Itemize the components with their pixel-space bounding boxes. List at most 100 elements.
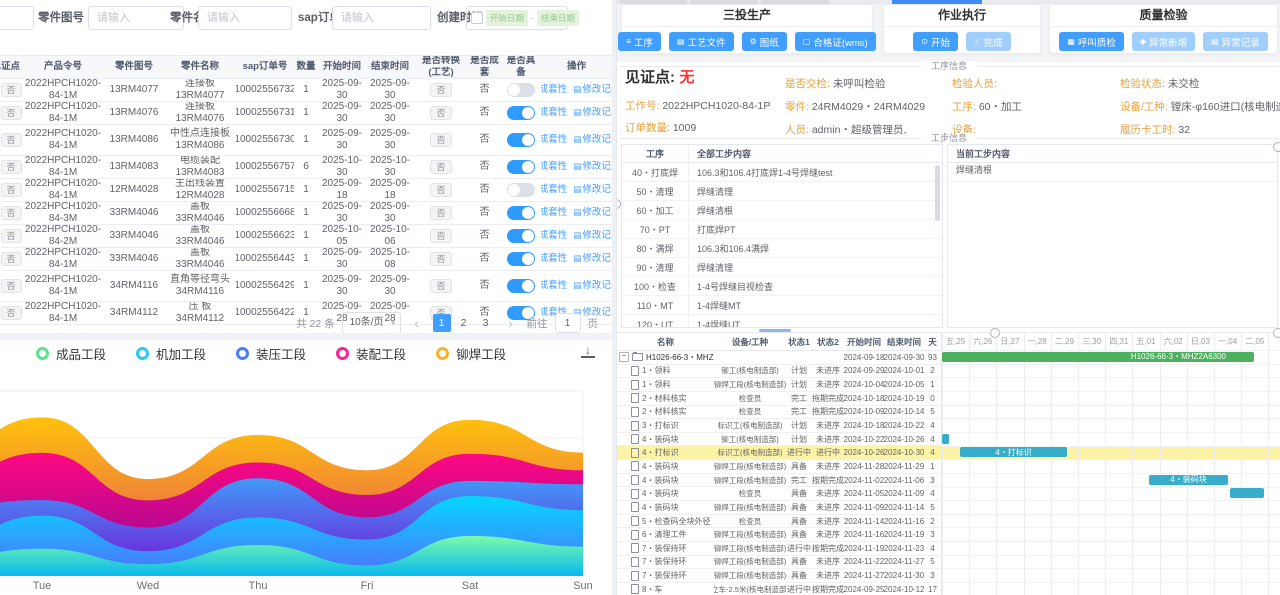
equipped-toggle[interactable]	[507, 183, 535, 197]
legend-item[interactable]: 成品工段	[36, 344, 106, 363]
modify-record-link[interactable]: ▤修改记录	[573, 280, 612, 292]
step-row[interactable]: 40・打底焊106.3和106.4打底焊1-4号焊缝test	[622, 163, 942, 182]
step-content: 106.3和106.4满焊	[689, 239, 942, 257]
collapse-icon[interactable]: −	[619, 352, 629, 362]
step-row[interactable]: 60・加工焊缝清根	[622, 201, 942, 220]
resize-handle[interactable]	[1273, 142, 1280, 152]
steps-scrollbar[interactable]	[935, 165, 940, 221]
gantt-bar[interactable]	[1230, 488, 1264, 498]
button-合格证(wms)[interactable]: ▢合格证(wms)	[795, 32, 876, 51]
gantt-row[interactable]: 4・打标识标识工(核电制造部)进行中进行中2024-10-262024-10-3…	[617, 446, 942, 460]
next-page-button[interactable]: ›	[502, 314, 520, 332]
gantt-cell: 铆焊工段(核电制造部)	[714, 460, 786, 473]
button-完成[interactable]: ✓完成	[966, 32, 1011, 51]
gantt-row[interactable]: 7・装保持环铆焊工段(核电制造部)具备未进序2024-11-272024-11-…	[617, 569, 942, 583]
modify-record-link[interactable]: ▤修改记录	[573, 161, 612, 173]
button-呼叫质检[interactable]: ▦呼叫质检	[1059, 32, 1124, 51]
suitability-link[interactable]: ⌂成套性	[541, 207, 567, 219]
equipped-toggle[interactable]	[507, 83, 535, 97]
resize-handle[interactable]	[990, 328, 1000, 338]
gantt-row[interactable]: 4・装码块检查员具备未进序2024-11-052024-11-094	[617, 487, 942, 501]
date-checkbox[interactable]	[471, 12, 483, 24]
suitability-link[interactable]: ⌂成套性	[541, 253, 567, 265]
download-chart-icon[interactable]: ↓	[581, 345, 595, 358]
equipped-toggle[interactable]	[507, 160, 535, 174]
modify-record-link[interactable]: ▤修改记录	[573, 107, 612, 119]
gantt-row[interactable]: 5・检查码全块外径检查员具备未进序2024-11-142024-11-162	[617, 515, 942, 529]
gantt-row[interactable]: 8・车立车-2.5米(核电制造部)进行中按期完成2024-09-252024-1…	[617, 583, 942, 595]
step-row[interactable]: 90・清理焊缝清理	[622, 258, 942, 277]
suitability-link[interactable]: ⌂成套性	[541, 230, 567, 242]
step-row[interactable]: 120・UT1-4焊缝UT	[622, 315, 942, 328]
equipped-toggle[interactable]	[507, 279, 535, 293]
page-button[interactable]: 3	[477, 314, 495, 332]
goto-page-input[interactable]	[555, 313, 581, 333]
page-button[interactable]: 1	[433, 314, 451, 332]
gantt-row[interactable]: 4・装码块铆焊工段(核电制造部)具备未进序2024-11-092024-11-1…	[617, 501, 942, 515]
gantt-bar-4・装码块[interactable]: 4・装码块	[1149, 475, 1228, 485]
gantt-row[interactable]: 2・材料核实检查员完工拖期完成2024-10-092024-10-145	[617, 406, 942, 420]
equipped-toggle[interactable]	[507, 252, 535, 266]
page-button[interactable]: 2	[455, 314, 473, 332]
gantt-row[interactable]: 3・打标识标识工(核电制造部)计划未进序2024-10-182024-10-22…	[617, 419, 942, 433]
gantt-row[interactable]: 4・装码块铆焊工段(核电制造部)完工按期完成2024-11-022024-11-…	[617, 474, 942, 488]
step-row[interactable]: 100・检查1-4号焊缝目视检查	[622, 277, 942, 296]
legend-item[interactable]: 装压工段	[236, 344, 306, 363]
button-工艺文件[interactable]: ▤工艺文件	[669, 32, 734, 51]
equipped-toggle[interactable]	[507, 106, 535, 120]
gantt-row[interactable]: 1・领料铆焊工段(核电制造部)计划未进序2024-10-042024-10-05…	[617, 378, 942, 392]
card-buttons: ⊙开始 ✓完成	[884, 27, 1040, 51]
resize-handle[interactable]	[1273, 328, 1280, 338]
modify-record-link[interactable]: ▤修改记录	[573, 230, 612, 242]
legend-item[interactable]: 机加工段	[136, 344, 206, 363]
modify-record-link[interactable]: ▤修改记录	[573, 207, 612, 219]
gantt-bar[interactable]	[942, 434, 949, 444]
suitability-link[interactable]: ⌂成套性	[541, 161, 567, 173]
legend-ring-icon	[136, 347, 149, 360]
suitability-link[interactable]: ⌂成套性	[541, 107, 567, 119]
suitability-link[interactable]: ⌂成套性	[541, 280, 567, 292]
gantt-row[interactable]: 1・领料铆工(核电制造部)计划未进序2024-09-292024-10-012	[617, 365, 942, 379]
suitability-link[interactable]: ⌂成套性	[541, 84, 567, 96]
modify-record-link[interactable]: ▤修改记录	[573, 253, 612, 265]
modify-record-link[interactable]: ▤修改记录	[573, 184, 612, 196]
prev-page-button[interactable]: ‹	[408, 314, 426, 332]
gantt-bar-H1026-66-3・MHZ2A6300[interactable]: H1026-66-3・MHZ2A6300	[942, 352, 1254, 362]
suitability-link[interactable]: ⌂成套性	[541, 134, 567, 146]
page-size-select[interactable]: 10条/页	[342, 312, 401, 334]
part-name-input[interactable]	[198, 6, 292, 30]
step-row[interactable]: 110・MT1-4焊缝MT	[622, 296, 942, 315]
button-异常新增[interactable]: ◆异常新增	[1132, 32, 1195, 51]
modify-record-link[interactable]: ▤修改记录	[573, 134, 612, 146]
created-time-range-picker[interactable]: 开始日期 - 结束日期	[466, 6, 568, 30]
button-工序[interactable]: ≡工序	[618, 32, 661, 51]
gantt-name-cell: 8・车	[617, 583, 714, 595]
date-end-placeholder[interactable]: 结束日期	[537, 10, 579, 26]
button-异常记录[interactable]: ▤异常记录	[1203, 32, 1268, 51]
button-图纸[interactable]: ⚙图纸	[742, 32, 787, 51]
gantt-row[interactable]: 6・清理工件铆焊工段(核电制造部)具备未进序2024-11-162024-11-…	[617, 528, 942, 542]
gantt-row[interactable]: 4・装码块铆工(核电制造部)计划未进序2024-10-222024-10-264	[617, 433, 942, 447]
suitability-link[interactable]: ⌂成套性	[541, 184, 567, 196]
modify-record-link[interactable]: ▤修改记录	[573, 84, 612, 96]
clipped-filter-input[interactable]	[0, 6, 34, 30]
equipped-toggle[interactable]	[507, 206, 535, 220]
step-row[interactable]: 70・PT打底焊PT	[622, 220, 942, 239]
equipped-toggle[interactable]	[507, 133, 535, 147]
gantt-row[interactable]: −H1026-66-3・MHZ2A63002024-09-182024-09-3…	[617, 351, 942, 365]
gantt-row[interactable]: 7・装保持环铆焊工段(核电制造部)进行中按期完成2024-11-192024-1…	[617, 542, 942, 556]
button-开始[interactable]: ⊙开始	[913, 32, 958, 51]
gantt-row[interactable]: 2・材料核实检查员完工拖期完成2024-10-182024-10-190	[617, 392, 942, 406]
legend-item[interactable]: 装配工段	[336, 344, 406, 363]
sap-order-input[interactable]	[332, 6, 431, 30]
legend-item[interactable]: 铆焊工段	[436, 344, 506, 363]
equipped-toggle[interactable]	[507, 229, 535, 243]
column-header: 产品令号	[22, 56, 104, 78]
gantt-row[interactable]: 7・装保持环铆焊工段(核电制造部)具备未进序2024-11-222024-11-…	[617, 556, 942, 570]
step-row[interactable]: 50・清理焊缝清理	[622, 182, 942, 201]
step-row[interactable]: 80・满焊106.3和106.4满焊	[622, 239, 942, 258]
step-content: 1-4号焊缝目视检查	[689, 277, 942, 295]
gantt-bar-4・打标识[interactable]: 4・打标识	[960, 447, 1067, 457]
gantt-row[interactable]: 4・装码块铆焊工段(核电制造部)具备未进序2024-11-282024-11-2…	[617, 460, 942, 474]
date-start-placeholder[interactable]: 开始日期	[486, 10, 528, 26]
